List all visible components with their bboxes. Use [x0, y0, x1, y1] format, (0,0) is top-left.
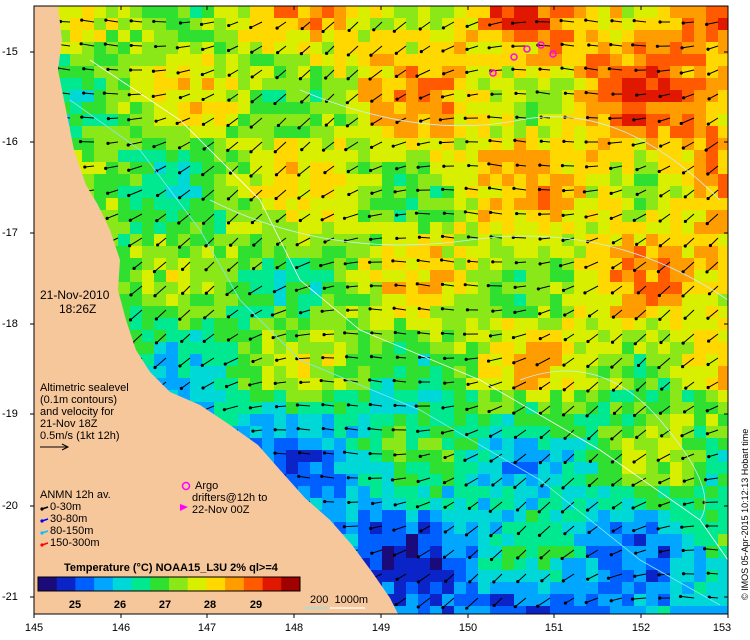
y-tick-label: -16: [2, 136, 18, 148]
x-tick-label: 146: [111, 622, 131, 634]
x-tick-label: 153: [712, 622, 732, 634]
date-label: 21-Nov-2010: [40, 288, 110, 302]
y-tick-label: -21: [2, 591, 18, 603]
y-tick-label: -20: [2, 500, 18, 512]
copyright-label: © IMOS 05-Apr-2015 10:12:13 Hobart time: [740, 428, 750, 600]
colorbar-title: Temperature (°C) NOAA15_L3U 2% ql>=4: [64, 562, 278, 574]
x-tick-label: 148: [284, 622, 304, 634]
x-tick-label: 147: [197, 622, 217, 634]
colorbar-tick: 29: [249, 599, 263, 611]
colorbar-tick: 26: [113, 599, 127, 611]
x-tick-label: 152: [631, 622, 651, 634]
colorbar-tick: 27: [158, 599, 172, 611]
x-tick-label: 145: [24, 622, 44, 634]
y-tick-label: -15: [2, 46, 18, 58]
y-tick-label: -18: [2, 318, 18, 330]
x-tick-label: 149: [371, 622, 391, 634]
depth-legend-label: 200 1000m: [310, 594, 369, 606]
x-tick-label: 150: [458, 622, 478, 634]
colorbar-tick: 28: [203, 599, 217, 611]
altimetry-line-5: 0.5m/s (1kt 12h): [40, 430, 120, 442]
sst-map: [30, 5, 729, 618]
y-tick-label: -19: [2, 408, 18, 420]
colorbar-tick: 25: [68, 599, 82, 611]
colorbar: [38, 577, 301, 591]
anmn-item-3: 150-300m: [50, 537, 100, 549]
x-tick-label: 151: [544, 622, 564, 634]
y-tick-label: -17: [2, 227, 18, 239]
time-label: 18:26Z: [59, 302, 97, 316]
drifters-label-2: 22-Nov 00Z: [192, 504, 250, 516]
